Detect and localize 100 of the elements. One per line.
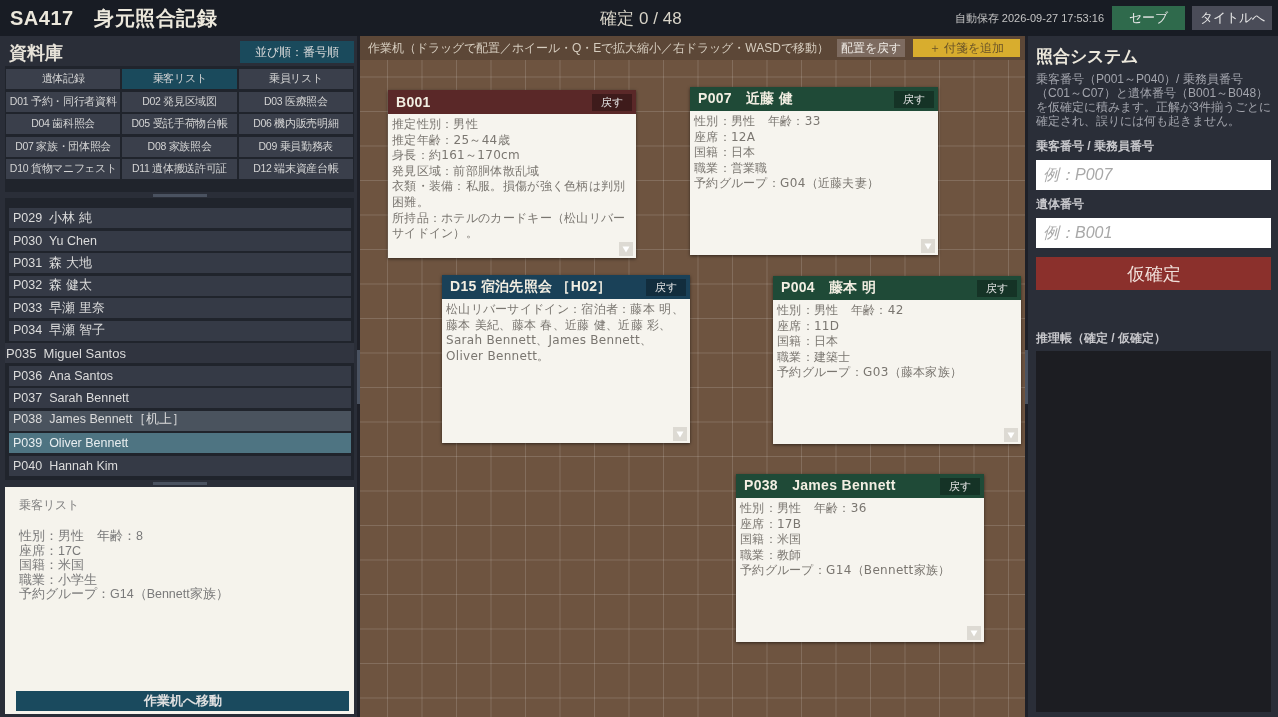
entry-list-item[interactable]: P040 Hannah Kim	[9, 455, 351, 476]
document-button[interactable]: D01 予約・同行者資料	[6, 91, 121, 112]
scroll-down-icon[interactable]	[673, 427, 687, 441]
passenger-card[interactable]: P038 James Bennett 戻す 性別：男性 年齢：36 座席：17B 国籍：米国 職業：教師 予約グループ：G14（Bennett家族）	[736, 474, 984, 642]
card-text: 職業：教師	[740, 547, 803, 564]
card-text: 身長：約161～170cm	[392, 148, 521, 164]
entry-list-item[interactable]: P029 小林 純	[9, 208, 351, 228]
category-tab[interactable]: 遺体記録	[6, 69, 121, 89]
card-text: 国籍：米国	[740, 532, 803, 548]
scroll-down-icon[interactable]	[1004, 428, 1018, 442]
return-button[interactable]: 戻す	[977, 279, 1017, 297]
detail-text: 性別：男性 年齢：8	[19, 529, 144, 544]
field-label: 遺体番号	[1036, 196, 1085, 213]
card-text: 性別：男性 年齢：42	[777, 303, 905, 319]
return-button[interactable]: 戻す	[940, 477, 980, 495]
remains-number-field[interactable]: 例：B001	[1036, 218, 1271, 248]
detail-text: 予約グループ：G14（Bennett家族）	[19, 587, 230, 602]
splitter-handle[interactable]	[1025, 349, 1028, 404]
resize-handle[interactable]	[152, 481, 207, 485]
library-title: 資料庫	[9, 42, 63, 65]
card-text: 座席：11D	[777, 318, 841, 335]
passenger-card[interactable]: P004 藤本 明 戻す 性別：男性 年齢：42 座席：11D 国籍：日本 職業：建築士 予約グループ：G03（藤本家族）	[773, 276, 1021, 444]
card-text: 予約グループ：G04（近藤夫妻）	[694, 176, 881, 192]
passenger-card[interactable]: P007 近藤 健 戻す 性別：男性 年齢：33 座席：12A 国籍：日本 職業：営業職 予約グループ：G04（近藤夫妻）	[690, 87, 938, 255]
save-button[interactable]: セーブ	[1112, 6, 1185, 30]
card-text: 所持品：ホテルのカードキー（松山リバーサイドイン）。	[392, 210, 627, 242]
detail-text: 職業：小学生	[19, 572, 98, 587]
document-button[interactable]: D04 歯科照会	[6, 114, 121, 134]
reset-layout-button[interactable]: 配置を戻す	[836, 39, 905, 57]
resize-handle[interactable]	[152, 193, 207, 197]
notes-label: 推理帳（確定 / 仮確定）	[1036, 330, 1167, 347]
card-text: 性別：男性 年齢：36	[740, 501, 868, 517]
entry-list-item[interactable]: P030 Yu Chen	[9, 230, 351, 251]
document-button[interactable]: D05 受託手荷物台帳	[122, 114, 237, 134]
splitter-handle[interactable]	[357, 349, 360, 404]
category-tab[interactable]: 乗員リスト	[238, 69, 353, 89]
card-text: 国籍：日本	[694, 145, 757, 161]
document-button[interactable]: D08 家族照会	[122, 136, 237, 157]
entry-list-item[interactable]: P036 Ana Santos	[9, 365, 351, 386]
card-header[interactable]: P007 近藤 健 戻す	[690, 87, 938, 111]
card-header[interactable]: B001 戻す	[388, 90, 636, 114]
title-screen-button[interactable]: タイトルへ	[1192, 6, 1272, 30]
detail-heading: 乗客リスト	[19, 497, 80, 514]
card-text: 職業：営業職	[694, 160, 769, 177]
progress-counter: 確定 0 / 48	[600, 7, 682, 30]
card-text: 推定年齢：25～44歳	[392, 132, 511, 149]
entry-list-item[interactable]: P037 Sarah Bennett	[9, 388, 351, 408]
remains-card[interactable]: B001 戻す 推定性別：男性 推定年齢：25～44歳 身長：約161～170cm 発見区域：前部胴体散乱域 衣類・装備：私服。損傷が強く色柄は判別困難。 所持品：ホテルのカードキー（松山リバーサイドイン）。	[388, 90, 636, 258]
document-button[interactable]: D02 発見区域図	[122, 91, 237, 112]
app-title: SA417 身元照合記録	[10, 5, 218, 31]
card-title: P038 James Bennett	[744, 477, 896, 495]
card-text: 座席：12A	[694, 129, 757, 146]
move-to-desk-button[interactable]: 作業机へ移動	[16, 691, 349, 711]
return-button[interactable]: 戻す	[646, 278, 686, 296]
card-title: P007 近藤 健	[698, 90, 794, 108]
card-text: 職業：建築士	[777, 349, 852, 366]
person-number-field[interactable]: 例：P007	[1036, 160, 1271, 190]
entry-list-item[interactable]: P038 James Bennett［机上］	[9, 410, 351, 431]
sort-button[interactable]: 並び順：番号順	[240, 41, 354, 63]
match-system-description: 乗客番号（P001～P040）/ 乗務員番号（C01～C07）と遺体番号（B001～B048）を仮確定に積みます。正解が3件揃うごとに確定され、誤りには何も起きません。	[1036, 72, 1271, 128]
card-title: D15 宿泊先照会 ［H02］	[450, 278, 612, 296]
card-header[interactable]: P004 藤本 明 戻す	[773, 276, 1021, 300]
return-button[interactable]: 戻す	[592, 93, 632, 111]
category-tab[interactable]: 乗客リスト	[122, 69, 237, 89]
autosave-time: 自動保存 2026-09-27 17:53:16	[954, 10, 1104, 26]
document-button[interactable]: D12 端末資産台帳	[238, 159, 353, 179]
entry-list-item[interactable]: P035 Miguel Santos	[5, 343, 354, 363]
detail-text: 座席：17C	[19, 543, 82, 558]
provisional-confirm-button[interactable]: 仮確定	[1036, 257, 1271, 290]
document-button[interactable]: D09 乗員勤務表	[238, 136, 353, 157]
document-button[interactable]: D10 貨物マニフェスト	[6, 159, 121, 179]
entry-list-item[interactable]: P032 森 健太	[9, 275, 351, 296]
card-text: 予約グループ：G03（藤本家族）	[777, 365, 964, 381]
card-text: 国籍：日本	[777, 334, 840, 350]
add-note-button[interactable]: ＋ 付箋を追加	[912, 39, 1020, 57]
scroll-down-icon[interactable]	[967, 626, 981, 640]
document-button[interactable]: D06 機内販売明細	[238, 114, 353, 134]
document-button[interactable]: D11 遺体搬送許可証	[122, 159, 237, 179]
entry-list-item[interactable]: P033 早瀬 里奈	[9, 298, 351, 318]
entry-list-item[interactable]: P034 早瀬 智子	[9, 320, 351, 341]
card-header[interactable]: P038 James Bennett 戻す	[736, 474, 984, 498]
card-text: 予約グループ：G14（Bennett家族）	[740, 563, 952, 579]
card-text: 発見区域：前部胴体散乱域	[392, 163, 541, 180]
document-button[interactable]: D03 医療照会	[238, 91, 353, 112]
card-title: P004 藤本 明	[781, 279, 877, 297]
return-button[interactable]: 戻す	[894, 90, 934, 108]
match-system-title: 照合システム	[1036, 46, 1139, 68]
document-card[interactable]: D15 宿泊先照会 ［H02］ 戻す 松山リバーサイドイン：宿泊者：藤本 明、藤本 美紀、藤本 春、近藤 健、近藤 彩、Sarah Bennett、James Bennett、Oliver Bennett。	[442, 275, 690, 443]
card-title: B001	[396, 94, 431, 110]
desk-hint: 作業机（ドラッグで配置／ホイール・Q・Eで拡大縮小／右ドラッグ・WASDで移動）	[368, 39, 829, 57]
scroll-down-icon[interactable]	[619, 242, 633, 256]
detail-text: 国籍：米国	[19, 558, 85, 573]
document-button[interactable]: D07 家族・団体照会	[6, 136, 121, 157]
field-label: 乗客番号 / 乗務員番号	[1036, 138, 1155, 155]
card-text: 松山リバーサイドイン：宿泊者：藤本 明、藤本 美紀、藤本 春、近藤 健、近藤 彩、Sarah Bennett、James Bennett、Oliver Bennett。	[446, 302, 685, 365]
scroll-down-icon[interactable]	[921, 239, 935, 253]
card-header[interactable]: D15 宿泊先照会 ［H02］ 戻す	[442, 275, 690, 299]
entry-list-item[interactable]: P031 森 大地	[9, 253, 351, 273]
card-text: 性別：男性 年齢：33	[694, 114, 822, 130]
entry-list-item[interactable]: P039 Oliver Bennett	[9, 433, 351, 453]
